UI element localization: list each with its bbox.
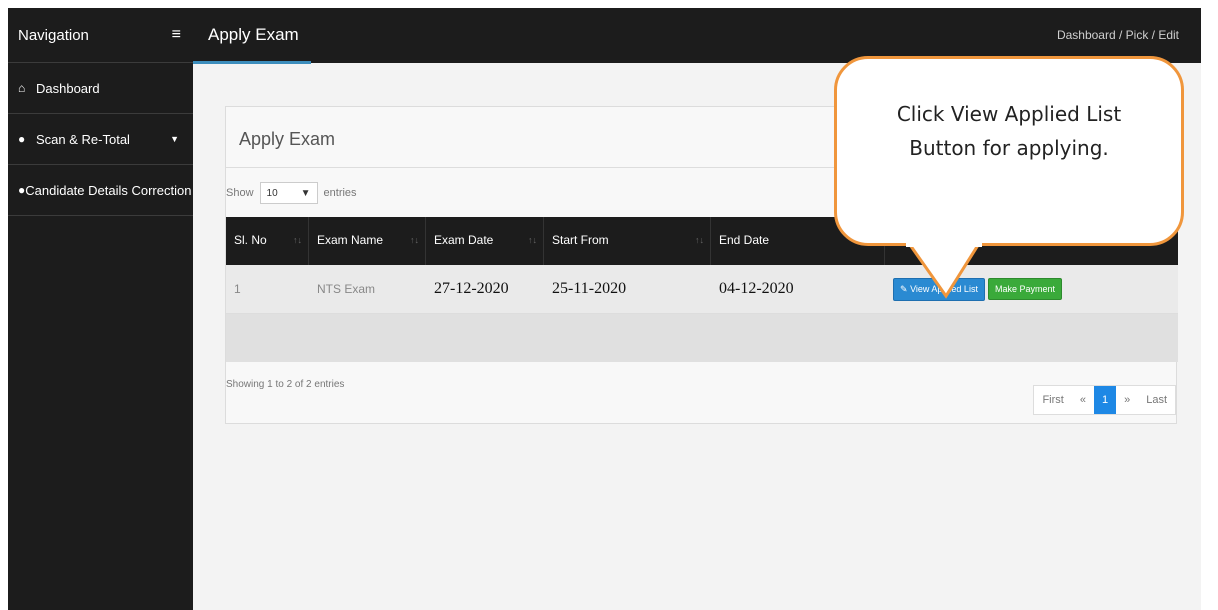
pagination-last[interactable]: Last xyxy=(1138,386,1175,414)
active-tab-indicator xyxy=(193,61,311,64)
column-header-start-from[interactable]: Start From ↑↓ xyxy=(544,217,711,265)
entries-length-control: Show 10 ▼ entries xyxy=(226,182,357,204)
card-title: Apply Exam xyxy=(239,129,336,149)
cell-exam-name: NTS Exam xyxy=(317,282,376,296)
pagination-page-1[interactable]: 1 xyxy=(1093,386,1117,414)
pagination: First « 1 » Last xyxy=(1033,385,1176,415)
sidebar-item-dashboard[interactable]: ⌂ Dashboard xyxy=(8,63,193,114)
entries-select[interactable]: 10 ▼ xyxy=(259,182,318,204)
show-label: Show xyxy=(226,187,254,199)
instruction-callout: Click View Applied List Button for apply… xyxy=(834,56,1184,246)
cell-sl-no: 1 xyxy=(234,282,241,296)
callout-line-2: Button for applying. xyxy=(909,136,1109,160)
column-label: End Date xyxy=(719,233,770,247)
app-window: Navigation ≡ ⌂ Dashboard ● Scan & Re-Tot… xyxy=(8,8,1201,610)
table-info: Showing 1 to 2 of 2 entries xyxy=(226,379,345,390)
sidebar-item-label: Scan & Re-Total xyxy=(36,131,130,147)
home-icon: ⌂ xyxy=(18,81,26,95)
callout-text: Click View Applied List Button for apply… xyxy=(837,97,1181,165)
sort-icon: ↑↓ xyxy=(528,235,537,245)
callout-pointer xyxy=(906,242,982,299)
cell-start-from: 25-11-2020 xyxy=(552,280,627,297)
page-title: Apply Exam xyxy=(208,25,299,44)
entries-value: 10 xyxy=(266,187,278,199)
table-row-blurred xyxy=(226,314,1178,362)
callout-line-1: Click View Applied List xyxy=(896,102,1122,126)
sidebar: Navigation ≡ ⌂ Dashboard ● Scan & Re-Tot… xyxy=(8,8,193,610)
chevron-down-icon: ▼ xyxy=(170,134,179,144)
dropdown-arrow-icon: ▼ xyxy=(300,187,311,199)
sidebar-item-candidate-correction[interactable]: ● Candidate Details Correction Li xyxy=(8,165,193,216)
sidebar-header: Navigation ≡ xyxy=(8,8,193,63)
top-bar: Apply Exam Dashboard / Pick / Edit xyxy=(193,8,1201,64)
breadcrumb[interactable]: Dashboard / Pick / Edit xyxy=(1057,28,1179,42)
sort-icon: ↑↓ xyxy=(695,235,704,245)
make-payment-button[interactable]: Make Payment xyxy=(987,277,1062,300)
sort-icon: ↑↓ xyxy=(410,235,419,245)
column-label: Exam Date xyxy=(434,233,494,247)
user-icon: ● xyxy=(18,132,26,146)
column-label: Exam Name xyxy=(317,233,384,247)
cell-end-date: 04-12-2020 xyxy=(719,280,794,297)
sidebar-title: Navigation xyxy=(18,26,89,44)
sort-icon: ↑↓ xyxy=(293,235,302,245)
sidebar-item-label: Candidate Details Correction Li xyxy=(25,182,193,198)
column-header-exam-date[interactable]: Exam Date ↑↓ xyxy=(426,217,544,265)
entries-label: entries xyxy=(323,187,357,199)
sidebar-item-label: Dashboard xyxy=(36,80,100,96)
pagination-prev[interactable]: « xyxy=(1072,386,1094,414)
hamburger-icon[interactable]: ≡ xyxy=(172,26,181,44)
pagination-next[interactable]: » xyxy=(1116,386,1138,414)
column-header-sl-no[interactable]: Sl. No ↑↓ xyxy=(226,217,309,265)
table-row: 1 NTS Exam 27-12-2020 25-11-2020 04-12-2… xyxy=(226,265,1178,314)
column-label: Sl. No xyxy=(234,233,267,247)
column-header-exam-name[interactable]: Exam Name ↑↓ xyxy=(309,217,426,265)
sidebar-item-scan-retotal[interactable]: ● Scan & Re-Total ▼ xyxy=(8,114,193,165)
user-icon: ● xyxy=(18,183,26,197)
column-label: Start From xyxy=(552,233,609,247)
cell-exam-date: 27-12-2020 xyxy=(434,280,509,297)
pagination-first[interactable]: First xyxy=(1034,386,1071,414)
